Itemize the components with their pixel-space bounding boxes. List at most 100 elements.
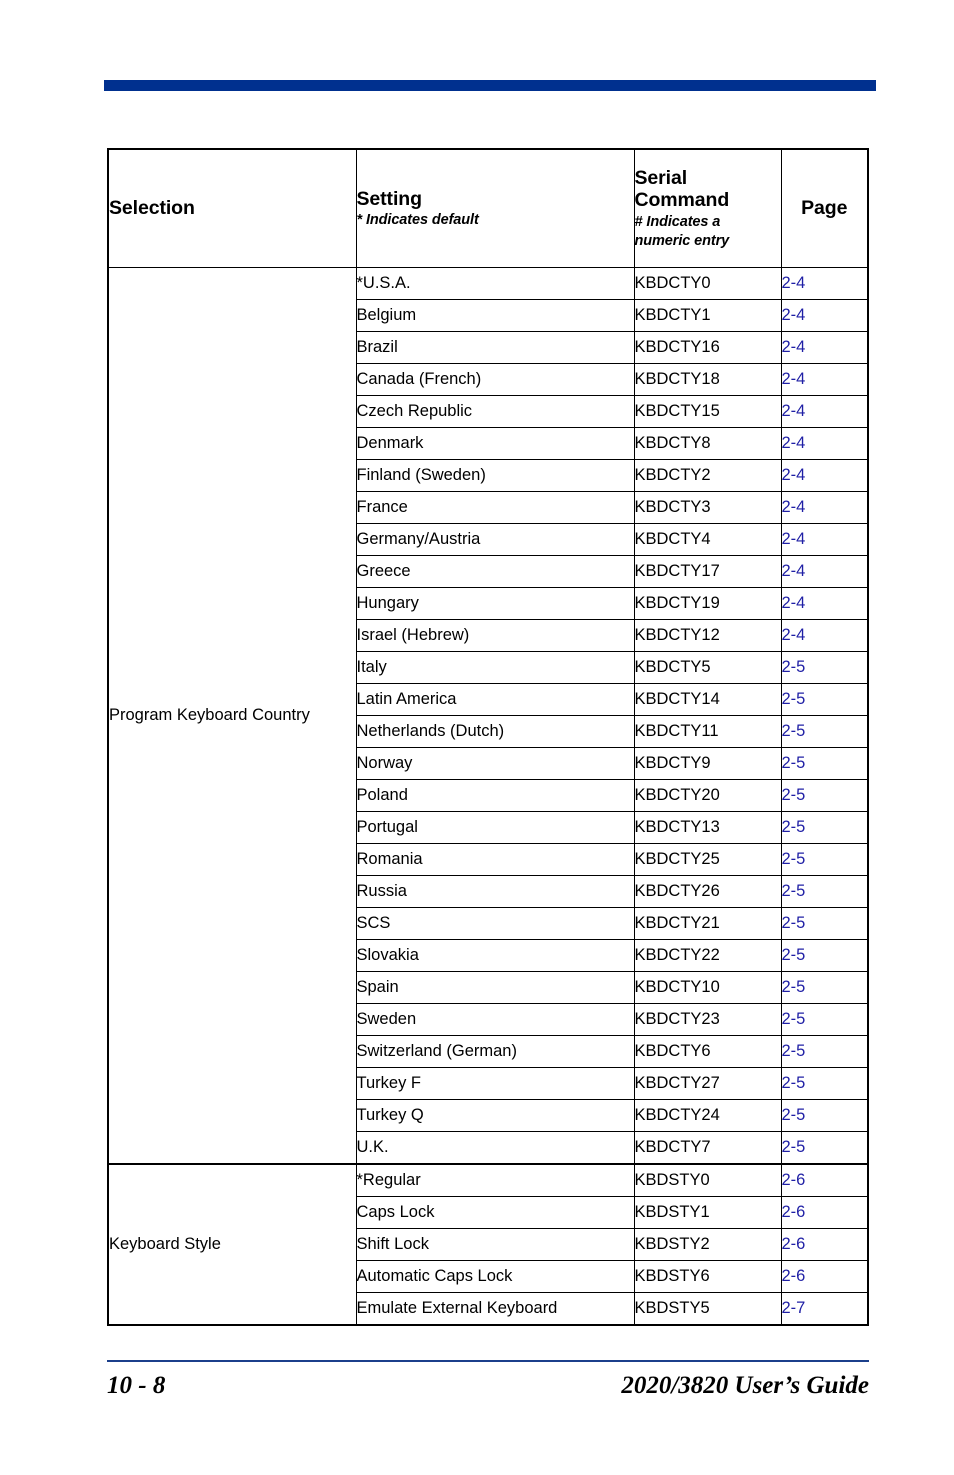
- setting-cell: Russia: [355, 875, 635, 908]
- setting-cell: Turkey F: [355, 1067, 635, 1100]
- page-footer: 10 - 8 2020/3820 User’s Guide: [107, 1372, 869, 1400]
- serial-command-cell: KBDCTY24: [633, 1099, 782, 1132]
- page-reference-link[interactable]: 2-4: [780, 619, 869, 652]
- selection-group-label: Keyboard Style: [107, 1163, 357, 1326]
- serial-command-cell: KBDCTY11: [633, 715, 782, 748]
- page-reference-link[interactable]: 2-6: [780, 1163, 869, 1197]
- page-reference-link[interactable]: 2-6: [780, 1260, 869, 1293]
- serial-command-cell: KBDCTY12: [633, 619, 782, 652]
- column-header-setting-note: * Indicates default: [356, 212, 479, 229]
- setting-cell: Canada (French): [355, 363, 635, 396]
- setting-cell: Hungary: [355, 587, 635, 620]
- setting-cell: Germany/Austria: [355, 523, 635, 556]
- page-reference-link[interactable]: 2-4: [780, 395, 869, 428]
- serial-command-cell: KBDCTY0: [633, 267, 782, 300]
- serial-command-cell: KBDCTY2: [633, 459, 782, 492]
- serial-command-cell: KBDCTY17: [633, 555, 782, 588]
- serial-command-cell: KBDCTY15: [633, 395, 782, 428]
- setting-cell: Turkey Q: [355, 1099, 635, 1132]
- keyboard-settings-table: Selection Setting * Indicates default Se…: [107, 148, 869, 1326]
- page-reference-link[interactable]: 2-5: [780, 1067, 869, 1100]
- serial-command-cell: KBDCTY5: [633, 651, 782, 684]
- setting-cell: Finland (Sweden): [355, 459, 635, 492]
- serial-command-cell: KBDCTY27: [633, 1067, 782, 1100]
- page-reference-link[interactable]: 2-4: [780, 587, 869, 620]
- page-reference-link[interactable]: 2-5: [780, 971, 869, 1004]
- setting-cell: Spain: [355, 971, 635, 1004]
- document-page: Selection Setting * Indicates default Se…: [0, 0, 954, 1475]
- setting-cell: *Regular: [355, 1163, 635, 1197]
- setting-cell: Denmark: [355, 427, 635, 460]
- serial-command-cell: KBDCTY23: [633, 1003, 782, 1036]
- serial-command-cell: KBDCTY4: [633, 523, 782, 556]
- serial-command-cell: KBDCTY9: [633, 747, 782, 780]
- page-reference-link[interactable]: 2-5: [780, 843, 869, 876]
- setting-cell: Slovakia: [355, 939, 635, 972]
- page-reference-link[interactable]: 2-4: [780, 459, 869, 492]
- table-row: Keyboard Style *Regular KBDSTY0 2-6: [107, 1163, 869, 1326]
- setting-cell: *U.S.A.: [355, 267, 635, 300]
- setting-cell: Italy: [355, 651, 635, 684]
- page-reference-link[interactable]: 2-4: [780, 427, 869, 460]
- page-reference-link[interactable]: 2-5: [780, 1003, 869, 1036]
- spec-table-container: Selection Setting * Indicates default Se…: [107, 148, 869, 1326]
- page-reference-link[interactable]: 2-5: [780, 651, 869, 684]
- setting-cell: SCS: [355, 907, 635, 940]
- setting-cell: Sweden: [355, 1003, 635, 1036]
- page-reference-link[interactable]: 2-7: [780, 1292, 869, 1326]
- serial-command-cell: KBDSTY0: [633, 1163, 782, 1197]
- setting-cell: U.K.: [355, 1131, 635, 1165]
- setting-cell: Greece: [355, 555, 635, 588]
- setting-cell: Latin America: [355, 683, 635, 716]
- page-reference-link[interactable]: 2-5: [780, 875, 869, 908]
- column-header-setting: Setting * Indicates default: [355, 148, 635, 268]
- page-reference-link[interactable]: 2-5: [780, 811, 869, 844]
- table-header-row: Selection Setting * Indicates default Se…: [107, 148, 869, 268]
- page-reference-link[interactable]: 2-6: [780, 1228, 869, 1261]
- page-reference-link[interactable]: 2-5: [780, 907, 869, 940]
- serial-command-cell: KBDCTY8: [633, 427, 782, 460]
- page-reference-link[interactable]: 2-4: [780, 555, 869, 588]
- page-reference-link[interactable]: 2-5: [780, 1099, 869, 1132]
- serial-command-cell: KBDCTY25: [633, 843, 782, 876]
- setting-cell: Emulate External Keyboard: [355, 1292, 635, 1326]
- serial-command-cell: KBDSTY6: [633, 1260, 782, 1293]
- column-header-serial-command-label: Serial Command: [634, 166, 730, 212]
- page-reference-link[interactable]: 2-5: [780, 747, 869, 780]
- page-reference-link[interactable]: 2-4: [780, 299, 869, 332]
- serial-command-cell: KBDCTY21: [633, 907, 782, 940]
- page-reference-link[interactable]: 2-5: [780, 779, 869, 812]
- page-reference-link[interactable]: 2-5: [780, 715, 869, 748]
- setting-cell: Romania: [355, 843, 635, 876]
- page-reference-link[interactable]: 2-4: [780, 331, 869, 364]
- serial-command-cell: KBDCTY1: [633, 299, 782, 332]
- column-header-selection: Selection: [107, 148, 357, 268]
- serial-command-cell: KBDSTY5: [633, 1292, 782, 1326]
- page-reference-link[interactable]: 2-5: [780, 939, 869, 972]
- header-blue-bar: [104, 80, 876, 91]
- page-reference-link[interactable]: 2-6: [780, 1196, 869, 1229]
- page-reference-link[interactable]: 2-4: [780, 491, 869, 524]
- page-reference-link[interactable]: 2-4: [780, 363, 869, 396]
- table-header: Selection Setting * Indicates default Se…: [107, 148, 869, 268]
- page-reference-link[interactable]: 2-5: [780, 1035, 869, 1068]
- page-reference-link[interactable]: 2-5: [780, 683, 869, 716]
- column-header-serial-command: Serial Command # Indicates a numeric ent…: [633, 148, 782, 268]
- serial-command-cell: KBDSTY2: [633, 1228, 782, 1261]
- serial-command-cell: KBDCTY26: [633, 875, 782, 908]
- column-header-serial-command-note-line2: numeric entry: [634, 233, 730, 250]
- setting-cell: Poland: [355, 779, 635, 812]
- serial-command-cell: KBDCTY20: [633, 779, 782, 812]
- column-header-page-label: Page: [801, 197, 848, 220]
- setting-cell: Shift Lock: [355, 1228, 635, 1261]
- page-reference-link[interactable]: 2-4: [780, 267, 869, 300]
- serial-command-cell: KBDCTY10: [633, 971, 782, 1004]
- footer-divider: [107, 1360, 869, 1362]
- page-reference-link[interactable]: 2-4: [780, 523, 869, 556]
- setting-cell: Brazil: [355, 331, 635, 364]
- footer-page-number: 10 - 8: [107, 1372, 166, 1399]
- table-row: Program Keyboard Country *U.S.A. KBDCTY0 2-…: [107, 267, 869, 1165]
- page-reference-link[interactable]: 2-5: [780, 1131, 869, 1165]
- serial-command-cell: KBDCTY18: [633, 363, 782, 396]
- column-header-page: Page: [780, 148, 869, 268]
